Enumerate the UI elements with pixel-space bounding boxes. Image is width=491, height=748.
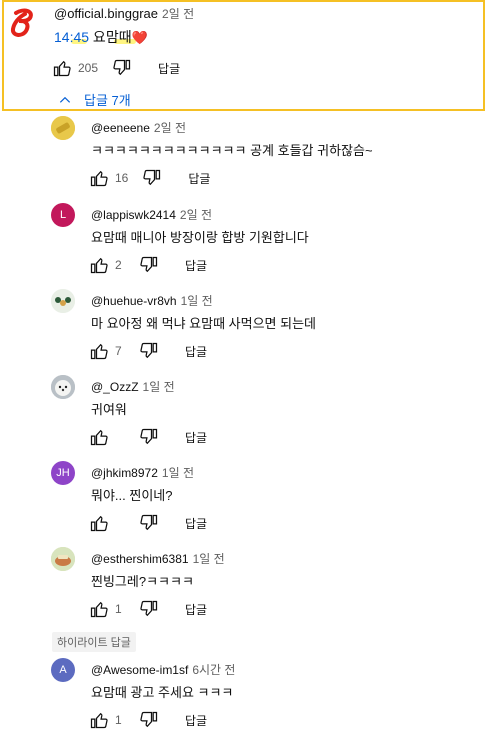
comment-body: 요맘때 <box>89 29 132 45</box>
author-handle[interactable]: @huehue-vr8vh <box>91 294 177 308</box>
like-icon[interactable] <box>89 341 109 361</box>
reply-text: 찐빙그레?ㅋㅋㅋㅋ <box>91 574 194 589</box>
author-handle[interactable]: @official.binggrae <box>54 6 158 21</box>
chevron-up-icon <box>59 96 71 103</box>
like-count: 1 <box>115 602 122 616</box>
dislike-icon[interactable] <box>139 341 159 361</box>
avatar-image <box>51 116 75 140</box>
comment-time[interactable]: 1일 전 <box>193 552 225 566</box>
binggrae-logo[interactable] <box>10 8 38 38</box>
reply-button[interactable]: 답글 <box>185 343 207 360</box>
avatar-image <box>51 289 75 313</box>
comment-time[interactable]: 1일 전 <box>162 466 194 480</box>
highlight-badge: 하이라이트 답글 <box>52 632 136 652</box>
avatar-image <box>51 547 75 571</box>
reply-text: 뭐야... 찐이네? <box>91 488 173 503</box>
like-count: 205 <box>78 61 99 75</box>
like-icon[interactable] <box>89 168 109 188</box>
author-handle[interactable]: @Awesome-im1sf <box>91 663 188 677</box>
author-handle[interactable]: @lappiswk2414 <box>91 208 176 222</box>
avatar[interactable]: L <box>51 203 75 227</box>
avatar[interactable] <box>51 375 75 399</box>
reply-actions: 답글 <box>89 513 207 533</box>
dislike-icon[interactable] <box>139 710 159 730</box>
reply-author: @Awesome-im1sf 6시간 전 <box>91 661 235 678</box>
reply-actions: 1 답글 <box>89 710 207 730</box>
reply-actions: 16 답글 <box>89 168 210 188</box>
author-handle[interactable]: @_OzzZ <box>91 380 139 394</box>
like-icon[interactable] <box>89 513 109 533</box>
reply-actions: 1 답글 <box>89 599 207 619</box>
replies-count: 답글 7개 <box>84 93 131 108</box>
reply-author: @lappiswk2414 2일 전 <box>91 206 212 223</box>
avatar-image <box>51 375 75 399</box>
reply-author: @esthershim6381 1일 전 <box>91 550 225 567</box>
reply-button[interactable]: 답글 <box>188 170 210 187</box>
author-handle[interactable]: @eeneene <box>91 121 150 135</box>
replies-toggle[interactable]: 답글 7개 <box>58 90 131 109</box>
like-count: 16 <box>115 171 129 185</box>
like-icon[interactable] <box>89 427 109 447</box>
reply-button[interactable]: 답글 <box>158 60 180 77</box>
comment-time[interactable]: 2일 전 <box>154 121 186 135</box>
reply-text: 요맘때 매니아 방장이랑 합방 기원합니다 <box>91 230 309 245</box>
reply-author: @eeneene 2일 전 <box>91 119 186 136</box>
dislike-icon[interactable] <box>142 168 162 188</box>
avatar[interactable]: JH <box>51 461 75 485</box>
like-count: 2 <box>115 258 122 272</box>
avatar[interactable] <box>51 289 75 313</box>
reply-actions: 답글 <box>89 427 207 447</box>
comment-time[interactable]: 1일 전 <box>181 294 213 308</box>
dislike-icon[interactable] <box>112 58 132 78</box>
like-count: 7 <box>115 344 122 358</box>
author-handle[interactable]: @jhkim8972 <box>91 466 158 480</box>
comment-time[interactable]: 2일 전 <box>162 7 194 21</box>
timestamp-link[interactable]: 14:45 <box>54 29 89 45</box>
avatar[interactable] <box>51 547 75 571</box>
top-comment-text: 14:45 요맘때❤️ <box>54 27 148 47</box>
reply-text: 마 요아정 왜 먹냐 요맘때 사먹으면 되는데 <box>91 316 316 331</box>
like-count: 1 <box>115 713 122 727</box>
dislike-icon[interactable] <box>139 513 159 533</box>
reply-text: ㅋㅋㅋㅋㅋㅋㅋㅋㅋㅋㅋㅋㅋ 공계 호들갑 귀하잖슴~ <box>91 143 373 158</box>
reply-button[interactable]: 답글 <box>185 257 207 274</box>
avatar[interactable]: A <box>51 658 75 682</box>
reply-author: @huehue-vr8vh 1일 전 <box>91 292 213 309</box>
like-icon[interactable] <box>89 710 109 730</box>
heart-emoji: ❤️ <box>131 30 148 45</box>
comment-time[interactable]: 1일 전 <box>143 380 175 394</box>
reply-button[interactable]: 답글 <box>185 515 207 532</box>
like-icon[interactable] <box>52 58 72 78</box>
top-comment-author: @official.binggrae 2일 전 <box>54 5 194 22</box>
reply-button[interactable]: 답글 <box>185 712 207 729</box>
author-handle[interactable]: @esthershim6381 <box>91 552 189 566</box>
reply-actions: 7 답글 <box>89 341 207 361</box>
dislike-icon[interactable] <box>139 599 159 619</box>
reply-button[interactable]: 답글 <box>185 601 207 618</box>
top-comment: @official.binggrae 2일 전 14:45 요맘때❤️ 205 답… <box>2 0 485 111</box>
reply-text: 귀여워 <box>91 402 127 417</box>
comment-time[interactable]: 6시간 전 <box>192 663 235 677</box>
dislike-icon[interactable] <box>139 427 159 447</box>
reply-button[interactable]: 답글 <box>185 429 207 446</box>
avatar[interactable] <box>51 116 75 140</box>
like-icon[interactable] <box>89 599 109 619</box>
like-icon[interactable] <box>89 255 109 275</box>
reply-text: 요맘때 광고 주세요 ㅋㅋㅋ <box>91 685 234 700</box>
comment-time[interactable]: 2일 전 <box>180 208 212 222</box>
reply-author: @jhkim8972 1일 전 <box>91 464 194 481</box>
reply-actions: 2 답글 <box>89 255 207 275</box>
dislike-icon[interactable] <box>139 255 159 275</box>
top-comment-actions: 205 답글 <box>52 58 180 78</box>
reply-author: @_OzzZ 1일 전 <box>91 378 175 395</box>
